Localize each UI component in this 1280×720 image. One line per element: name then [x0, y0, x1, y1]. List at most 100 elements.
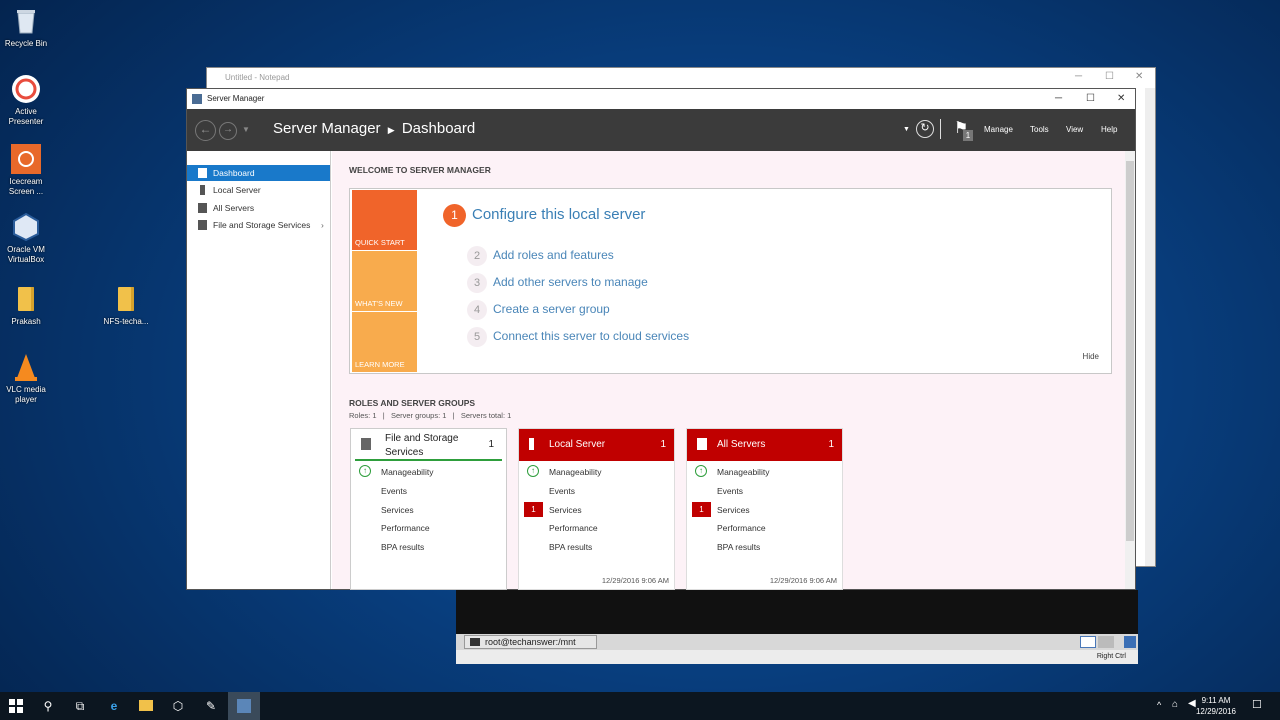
vm-status-bar: Right Ctrl	[456, 650, 1138, 664]
roles-summary: Roles: 1 | Server groups: 1 | Servers to…	[349, 411, 512, 420]
row-bpa-results[interactable]: BPA results	[549, 542, 592, 552]
row-services[interactable]: Services	[717, 505, 750, 515]
server-manager-icon	[192, 94, 202, 104]
row-performance[interactable]: Performance	[381, 523, 430, 533]
servers-icon	[198, 203, 207, 213]
server-manager-window[interactable]: Server Manager ─ ☐ ✕ ← → ▼ Server Manage…	[186, 88, 1136, 590]
file-explorer-icon[interactable]	[130, 692, 162, 720]
close-icon[interactable]: ✕	[1135, 71, 1143, 82]
volume-icon[interactable]: ◀	[1188, 698, 1196, 709]
card-header[interactable]: All Servers 1	[687, 429, 842, 461]
vlc-cone-icon	[11, 352, 41, 382]
history-dropdown-icon[interactable]: ▼	[242, 125, 250, 134]
row-services[interactable]: Services	[549, 505, 582, 515]
terminal-icon	[470, 638, 480, 646]
help-menu[interactable]: Help	[1101, 125, 1117, 134]
row-performance[interactable]: Performance	[549, 523, 598, 533]
services-alert-badge: 1	[524, 502, 543, 517]
task-view-icon[interactable]: ⧉	[64, 692, 96, 720]
hide-link[interactable]: Hide	[1083, 352, 1099, 361]
row-events[interactable]: Events	[549, 486, 575, 496]
desktop-icon-vlc[interactable]: VLC media player	[0, 352, 52, 405]
sidebar-item-all-servers[interactable]: All Servers	[187, 200, 330, 216]
desktop-icon-icecream[interactable]: Icecream Screen ...	[0, 144, 52, 197]
vertical-scrollbar[interactable]	[1125, 151, 1135, 589]
row-events[interactable]: Events	[381, 486, 407, 496]
server-icon	[529, 438, 534, 450]
title-bar: Server Manager ─ ☐ ✕	[187, 89, 1135, 109]
workspace-1-icon[interactable]	[1080, 636, 1096, 648]
minimize-icon[interactable]: ─	[1055, 89, 1062, 109]
step-add-roles[interactable]: 2 Add roles and features	[467, 246, 614, 266]
row-bpa-results[interactable]: BPA results	[381, 542, 424, 552]
tools-menu[interactable]: Tools	[1030, 125, 1049, 134]
dashboard-content: WELCOME TO SERVER MANAGER QUICK START WH…	[332, 151, 1125, 590]
tile-learn-more[interactable]: LEARN MORE	[352, 312, 417, 372]
server-manager-taskbar-icon[interactable]	[228, 692, 260, 720]
card-header[interactable]: File and Storage Services 1	[355, 429, 502, 461]
row-performance[interactable]: Performance	[717, 523, 766, 533]
workspace-2-icon[interactable]	[1098, 636, 1114, 648]
close-icon[interactable]: ✕	[1117, 89, 1125, 109]
server-icon	[200, 185, 205, 195]
action-center-icon[interactable]: ☐	[1252, 698, 1262, 711]
sidebar: Dashboard Local Server All Servers File …	[187, 151, 331, 589]
refresh-dropdown-icon[interactable]: ▼	[903, 126, 910, 133]
virtualbox-taskbar-icon[interactable]: ⬡	[162, 692, 194, 720]
row-services[interactable]: Services	[381, 505, 414, 515]
sidebar-item-file-storage[interactable]: File and Storage Services ›	[187, 217, 330, 233]
step-create-group[interactable]: 4 Create a server group	[467, 300, 610, 320]
back-button[interactable]: ←	[195, 120, 216, 141]
scrollbar-thumb[interactable]	[1126, 161, 1134, 541]
maximize-icon[interactable]: ☐	[1086, 89, 1095, 109]
sidebar-item-dashboard[interactable]: Dashboard	[187, 165, 330, 181]
active-presenter-icon	[11, 74, 41, 104]
desktop-icon-virtualbox[interactable]: Oracle VM VirtualBox	[0, 212, 52, 265]
search-icon[interactable]: ⚲	[32, 692, 64, 720]
maximize-icon[interactable]: ☐	[1105, 71, 1114, 82]
edge-browser-icon[interactable]: e	[98, 692, 130, 720]
recycle-bin-icon	[11, 6, 41, 36]
notepad-taskbar-icon[interactable]: ✎	[195, 692, 227, 720]
separator	[940, 119, 941, 139]
show-desktop-icon[interactable]	[1124, 636, 1136, 648]
role-card-file-storage[interactable]: File and Storage Services 1 ↑ Manageabil…	[350, 428, 507, 590]
row-bpa-results[interactable]: BPA results	[717, 542, 760, 552]
show-hidden-icons-icon[interactable]: ^	[1157, 700, 1161, 710]
terminal-taskbar-item[interactable]: root@techanswer:/mnt	[464, 635, 597, 649]
tile-quick-start[interactable]: QUICK START	[352, 190, 417, 250]
start-button[interactable]	[0, 692, 32, 720]
ok-status-icon: ↑	[695, 465, 707, 477]
role-card-all-servers[interactable]: All Servers 1 ↑ Manageability Events 1 S…	[686, 428, 843, 590]
ok-status-icon: ↑	[359, 465, 371, 477]
desktop-icon-nfs[interactable]: NFS-techa...	[100, 284, 152, 327]
configure-local-server-link[interactable]: 1 Configure this local server	[443, 204, 645, 227]
row-manageability[interactable]: Manageability	[717, 467, 769, 477]
notepad-title: Untitled - Notepad	[225, 73, 290, 82]
sidebar-item-local-server[interactable]: Local Server	[187, 182, 330, 198]
tile-whats-new[interactable]: WHAT'S NEW	[352, 251, 417, 311]
card-timestamp: 12/29/2016 9:06 AM	[601, 576, 669, 585]
row-manageability[interactable]: Manageability	[381, 467, 433, 477]
clock[interactable]: 9:11 AM 12/29/2016	[1196, 695, 1236, 717]
folder-icon	[11, 284, 41, 314]
desktop-icon-prakash[interactable]: Prakash	[0, 284, 52, 327]
desktop-icon-active-presenter[interactable]: Active Presenter	[0, 74, 52, 127]
services-alert-badge: 1	[692, 502, 711, 517]
file-storage-icon	[198, 220, 207, 230]
minimize-icon[interactable]: ─	[1075, 71, 1082, 82]
row-manageability[interactable]: Manageability	[549, 467, 601, 477]
view-menu[interactable]: View	[1066, 125, 1083, 134]
refresh-icon[interactable]: ↻	[916, 120, 934, 138]
notepad-scrollbar[interactable]	[1145, 88, 1155, 566]
forward-button[interactable]: →	[219, 122, 237, 140]
step-cloud-services[interactable]: 5 Connect this server to cloud services	[467, 327, 689, 347]
desktop-icon-recycle-bin[interactable]: Recycle Bin	[0, 6, 52, 49]
manage-menu[interactable]: Manage	[984, 125, 1013, 134]
network-icon[interactable]: ⌂	[1172, 699, 1178, 710]
servers-icon	[697, 438, 707, 450]
step-add-servers[interactable]: 3 Add other servers to manage	[467, 273, 648, 293]
card-header[interactable]: Local Server 1	[519, 429, 674, 461]
row-events[interactable]: Events	[717, 486, 743, 496]
role-card-local-server[interactable]: Local Server 1 ↑ Manageability Events 1 …	[518, 428, 675, 590]
